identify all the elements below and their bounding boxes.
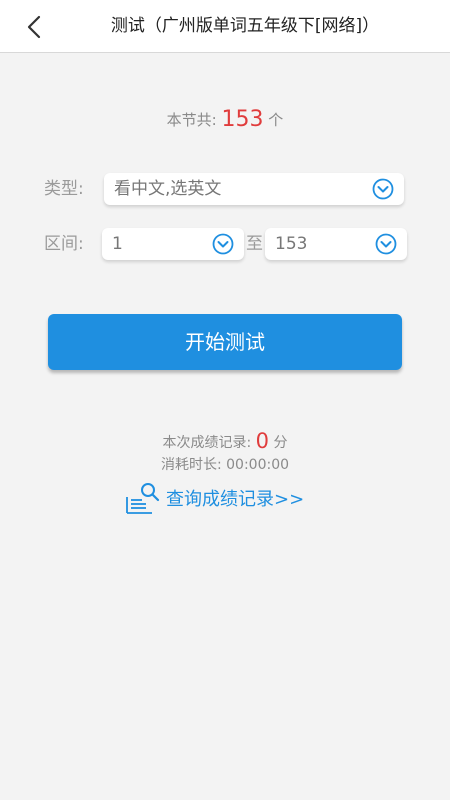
start-test-button[interactable]: 开始测试 — [48, 314, 402, 370]
elapsed-value: 00:00:00 — [226, 457, 290, 473]
word-count-summary: 本节共: 153 个 — [0, 105, 450, 135]
range-from-value: 1 — [112, 234, 123, 254]
score-suffix: 分 — [273, 435, 288, 451]
score-record: 本次成绩记录: 0 分 — [0, 428, 450, 456]
range-to-select[interactable]: 153 — [265, 228, 407, 260]
type-select-value: 看中文,选英文 — [114, 179, 222, 199]
chevron-down-circle-icon — [212, 233, 234, 255]
back-button[interactable] — [18, 10, 52, 44]
word-count-number: 153 — [221, 107, 264, 132]
score-value: 0 — [255, 429, 270, 453]
chevron-down-circle-icon — [375, 233, 397, 255]
score-prefix: 本次成绩记录: — [162, 435, 252, 451]
range-from-select[interactable]: 1 — [102, 228, 244, 260]
range-separator: 至 — [246, 234, 263, 254]
chevron-down-circle-icon — [372, 178, 394, 200]
range-label: 区间: — [44, 234, 84, 254]
elapsed-time: 消耗时长: 00:00:00 — [0, 453, 450, 477]
chevron-left-icon — [27, 15, 41, 39]
search-document-icon — [126, 483, 160, 514]
view-records-label: 查询成绩记录>> — [166, 489, 305, 510]
elapsed-label: 消耗时长: — [160, 457, 222, 473]
app-header: 测试（广州版单词五年级下[网络]） — [0, 0, 450, 53]
type-label: 类型: — [44, 179, 84, 199]
word-count-suffix: 个 — [268, 111, 284, 129]
type-select[interactable]: 看中文,选英文 — [104, 173, 404, 205]
word-count-prefix: 本节共: — [166, 111, 217, 129]
page-title: 测试（广州版单词五年级下[网络]） — [110, 16, 380, 36]
range-to-value: 153 — [275, 234, 308, 254]
